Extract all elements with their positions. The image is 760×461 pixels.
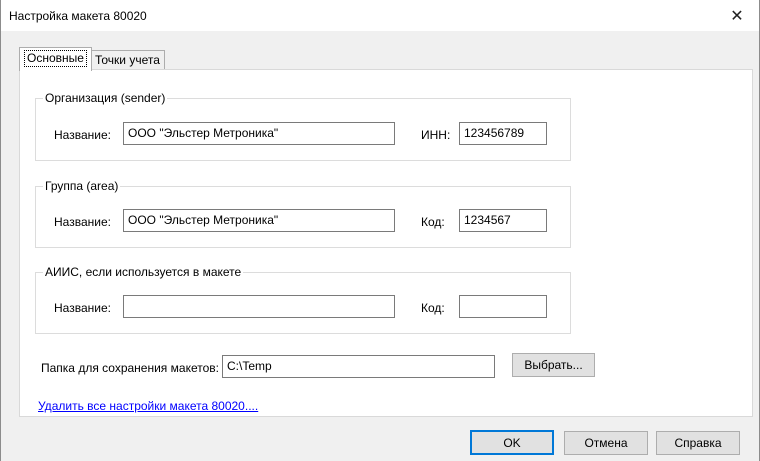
delete-settings-link[interactable]: Удалить все настройки макета 80020.... [38, 399, 258, 413]
group-aiis: АИИС, если используется в макете Названи… [35, 265, 571, 334]
area-name-input[interactable]: ООО "Эльстер Метроника" [123, 209, 395, 232]
browse-folder-button[interactable]: Выбрать... [512, 353, 595, 377]
title-bar: Настройка макета 80020 ✕ [1, 0, 759, 31]
ok-button[interactable]: OK [470, 430, 554, 455]
close-icon[interactable]: ✕ [715, 0, 759, 31]
tab-main[interactable]: Основные [19, 47, 92, 71]
aiis-name-input[interactable] [123, 295, 395, 318]
help-button[interactable]: Справка [656, 431, 740, 455]
sender-name-input[interactable]: ООО "Эльстер Метроника" [123, 122, 395, 145]
area-name-label: Название: [54, 215, 111, 229]
window-title: Настройка макета 80020 [9, 9, 147, 23]
folder-label: Папка для сохранения макетов: [41, 361, 219, 375]
area-code-input[interactable]: 1234567 [459, 209, 547, 232]
aiis-name-label: Название: [54, 301, 111, 315]
dialog-window: Настройка макета 80020 ✕ Основные Точки … [0, 0, 760, 461]
aiis-code-label: Код: [421, 301, 445, 315]
folder-path-input[interactable]: C:\Temp [222, 355, 495, 378]
sender-name-label: Название: [54, 128, 111, 142]
sender-inn-label: ИНН: [421, 128, 451, 142]
tab-main-label: Основные [24, 50, 87, 67]
group-sender: Организация (sender) Название: ООО "Эльс… [35, 91, 571, 161]
aiis-code-input[interactable] [459, 295, 547, 318]
group-sender-legend: Организация (sender) [43, 91, 168, 105]
group-area: Группа (area) Название: ООО "Эльстер Мет… [35, 179, 571, 248]
group-area-legend: Группа (area) [43, 179, 121, 193]
tab-metering-points[interactable]: Точки учета [90, 50, 165, 70]
cancel-button[interactable]: Отмена [564, 431, 648, 455]
tab-panel-main: Организация (sender) Название: ООО "Эльс… [19, 69, 753, 417]
area-code-label: Код: [421, 215, 445, 229]
sender-inn-input[interactable]: 123456789 [459, 122, 547, 145]
group-aiis-legend: АИИС, если используется в макете [43, 265, 244, 279]
